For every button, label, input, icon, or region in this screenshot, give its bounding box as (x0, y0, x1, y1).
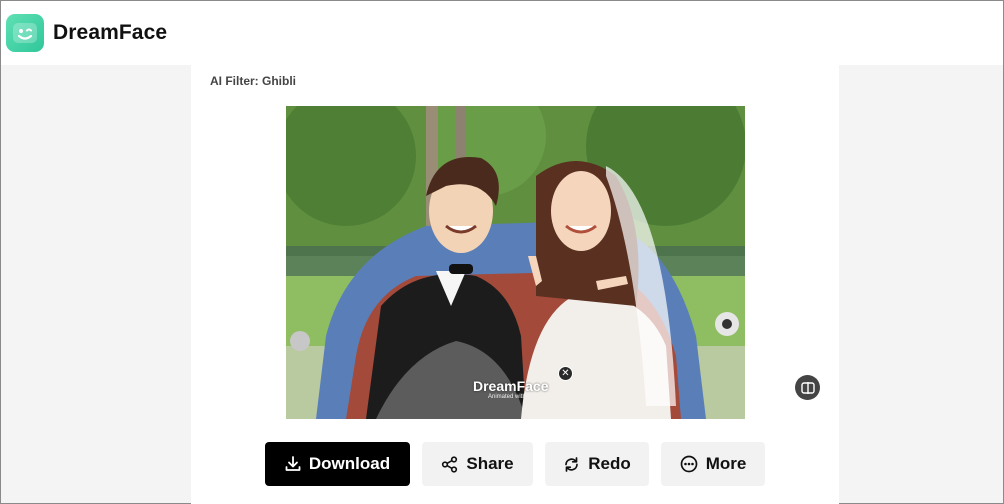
download-button[interactable]: Download (265, 442, 410, 486)
top-navbar: DreamFace (1, 1, 1003, 65)
share-icon (442, 455, 458, 473)
share-button[interactable]: Share (422, 442, 533, 486)
more-label: More (705, 454, 747, 473)
more-icon (680, 455, 698, 473)
share-label: Share (466, 454, 514, 473)
more-button[interactable]: More (661, 442, 765, 486)
result-card: AI Filter: Ghibli DreamFace Animated wit… (191, 65, 839, 504)
watermark-subtext: Animated with AI (488, 394, 533, 400)
redo-button[interactable]: Redo (545, 442, 649, 486)
watermark-text: DreamFace (473, 378, 549, 394)
download-label: Download (308, 454, 391, 473)
compare-icon[interactable] (795, 375, 820, 400)
redo-icon (565, 456, 579, 472)
filter-label: AI Filter: Ghibli (210, 74, 296, 88)
watermark-close-icon[interactable]: ✕ (558, 366, 573, 381)
download-icon (285, 456, 301, 471)
dreamface-logo-icon[interactable] (6, 14, 44, 52)
redo-label: Redo (588, 454, 631, 473)
result-image[interactable]: DreamFace Animated with AI ✕ (286, 106, 745, 419)
brand-name[interactable]: DreamFace (53, 21, 167, 45)
